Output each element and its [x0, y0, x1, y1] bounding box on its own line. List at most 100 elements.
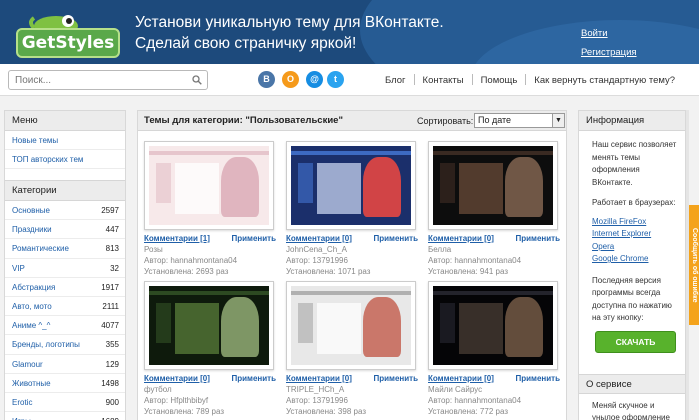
- toolbar: ВО @t Блог Контакты Помощь Как вернуть станд…: [0, 64, 699, 96]
- browser-opera[interactable]: Opera: [592, 241, 679, 254]
- vk-icon[interactable]: В: [258, 71, 275, 88]
- comments-link[interactable]: Комментарии [0]: [428, 233, 494, 244]
- theme-card: Комментарии [0] Применить JohnCena_Ch_A Авт…: [286, 141, 418, 283]
- category-link[interactable]: Авто, мото: [12, 297, 52, 315]
- theme-name: Майли Сайрус: [428, 385, 483, 394]
- preview-content-block: [175, 163, 219, 214]
- twitter-icon[interactable]: t: [327, 71, 344, 88]
- theme-actions: Комментарии [1] Применить: [144, 233, 276, 244]
- category-link[interactable]: Абстракция: [12, 278, 55, 296]
- comments-link[interactable]: Комментарии [0]: [286, 233, 352, 244]
- preview-figure: [505, 297, 544, 358]
- apply-link[interactable]: Применить: [231, 373, 276, 384]
- apply-link[interactable]: Применить: [373, 233, 418, 244]
- nav-divider: [471, 74, 473, 85]
- category-link[interactable]: Игры: [12, 412, 31, 420]
- theme-meta: Комментарии [0] Применить футбол Автор: Hfp…: [144, 373, 276, 417]
- preview-sidebar: [440, 303, 455, 343]
- menu-spacer: [5, 169, 125, 181]
- search-input[interactable]: [9, 71, 179, 89]
- preview-header-bar: [149, 290, 269, 296]
- register-link[interactable]: Регистрация: [581, 47, 637, 58]
- category-count: 1917: [101, 282, 119, 292]
- login-link[interactable]: Войти: [581, 28, 637, 39]
- preview-sidebar: [298, 163, 313, 203]
- info-text: Наш сервис позволяет менять темы оформле…: [592, 140, 677, 187]
- theme-author: Автор: hannahmontana04: [144, 256, 238, 265]
- sort-select[interactable]: По дате ▼: [474, 113, 565, 128]
- category-row: Glamour 129: [5, 355, 125, 374]
- category-link[interactable]: Основные: [12, 201, 50, 219]
- theme-preview[interactable]: [428, 141, 558, 230]
- apply-link[interactable]: Применить: [231, 233, 276, 244]
- nav-help[interactable]: Помощь: [481, 75, 518, 86]
- comments-link[interactable]: Комментарии [0]: [428, 373, 494, 384]
- search-icon[interactable]: [192, 75, 202, 85]
- category-count: 813: [105, 244, 119, 254]
- apply-link[interactable]: Применить: [373, 373, 418, 384]
- apply-link[interactable]: Применить: [515, 233, 560, 244]
- preview-sidebar: [440, 163, 455, 203]
- odnoklassniki-icon[interactable]: О: [282, 71, 299, 88]
- menu-link-new[interactable]: Новые темы: [12, 136, 58, 145]
- browser-chrome[interactable]: Google Chrome: [592, 253, 679, 266]
- theme-preview[interactable]: [286, 281, 416, 370]
- theme-preview[interactable]: [144, 281, 274, 370]
- category-link[interactable]: Бренды, логотипы: [12, 335, 80, 353]
- theme-preview[interactable]: [144, 141, 274, 230]
- theme-author: Автор: 13791996: [286, 396, 348, 405]
- browser-firefox[interactable]: Mozilla FireFox: [592, 216, 679, 229]
- theme-preview-image: [291, 146, 411, 225]
- menu-link-top[interactable]: ТОП авторских тем: [12, 155, 83, 164]
- preview-content-block: [459, 303, 503, 354]
- category-link[interactable]: Аниме ^_^: [12, 316, 50, 334]
- category-link[interactable]: Животные: [12, 374, 51, 392]
- theme-author: Автор: hannahmontana04: [428, 256, 522, 265]
- apply-link[interactable]: Применить: [515, 373, 560, 384]
- category-link[interactable]: VIP: [12, 259, 25, 277]
- preview-sidebar: [156, 163, 171, 203]
- category-link[interactable]: Glamour: [12, 355, 43, 373]
- theme-card: Комментарии [0] Применить Белла Автор: hann…: [428, 141, 560, 283]
- preview-sidebar: [298, 303, 313, 343]
- theme-meta: Комментарии [1] Применить Розы Автор: hanna…: [144, 233, 276, 277]
- browser-list: Mozilla FireFox Internet Explorer Opera …: [592, 216, 679, 266]
- category-count: 1498: [101, 378, 119, 388]
- theme-preview[interactable]: [286, 141, 416, 230]
- preview-header-bar: [433, 290, 553, 296]
- theme-card: Комментарии [0] Применить футбол Автор: Hfp…: [144, 281, 276, 420]
- category-count: 447: [105, 225, 119, 235]
- comments-link[interactable]: Комментарии [0]: [144, 373, 210, 384]
- themes-header: Темы для категории: "Пользовательские" С…: [138, 111, 566, 131]
- theme-actions: Комментарии [0] Применить: [286, 373, 418, 384]
- logo-text: GetStyles: [16, 28, 120, 58]
- right-sidebar: Информация Наш сервис позволяет менять т…: [578, 110, 686, 420]
- category-link[interactable]: Романтические: [12, 239, 69, 257]
- theme-preview[interactable]: [428, 281, 558, 370]
- category-link[interactable]: Праздники: [12, 220, 52, 238]
- theme-installs: Установлена: 1071 раз: [286, 267, 371, 276]
- preview-header-bar: [291, 290, 411, 296]
- comments-link[interactable]: Комментарии [0]: [286, 373, 352, 384]
- feedback-tab[interactable]: Сообщить об ошибке: [689, 205, 699, 325]
- browsers-label: Работает в браузерах:: [592, 198, 676, 207]
- nav-contacts[interactable]: Контакты: [423, 75, 464, 86]
- nav-restore-theme[interactable]: Как вернуть стандартную тему?: [534, 75, 675, 86]
- category-link[interactable]: Erotic: [12, 393, 32, 411]
- comments-link[interactable]: Комментарии [1]: [144, 233, 210, 244]
- theme-actions: Комментарии [0] Применить: [286, 233, 418, 244]
- logo[interactable]: GetStyles: [16, 8, 120, 60]
- mail-icon[interactable]: @: [306, 71, 323, 88]
- preview-sidebar: [156, 303, 171, 343]
- theme-name: JohnCena_Ch_A: [286, 245, 347, 254]
- theme-author: Автор: 13791996: [286, 256, 348, 265]
- nav-blog[interactable]: Блог: [385, 75, 406, 86]
- preview-figure: [505, 157, 544, 218]
- category-count: 4077: [101, 321, 119, 331]
- left-sidebar: Меню Новые темы ТОП авторских тем Катего…: [4, 110, 126, 420]
- menu-title: Меню: [5, 111, 125, 131]
- theme-author: Автор: hannahmontana04: [428, 396, 522, 405]
- theme-meta: Комментарии [0] Применить Белла Автор: hann…: [428, 233, 560, 277]
- download-button[interactable]: СКАЧАТЬ: [595, 330, 676, 353]
- browser-ie[interactable]: Internet Explorer: [592, 228, 679, 241]
